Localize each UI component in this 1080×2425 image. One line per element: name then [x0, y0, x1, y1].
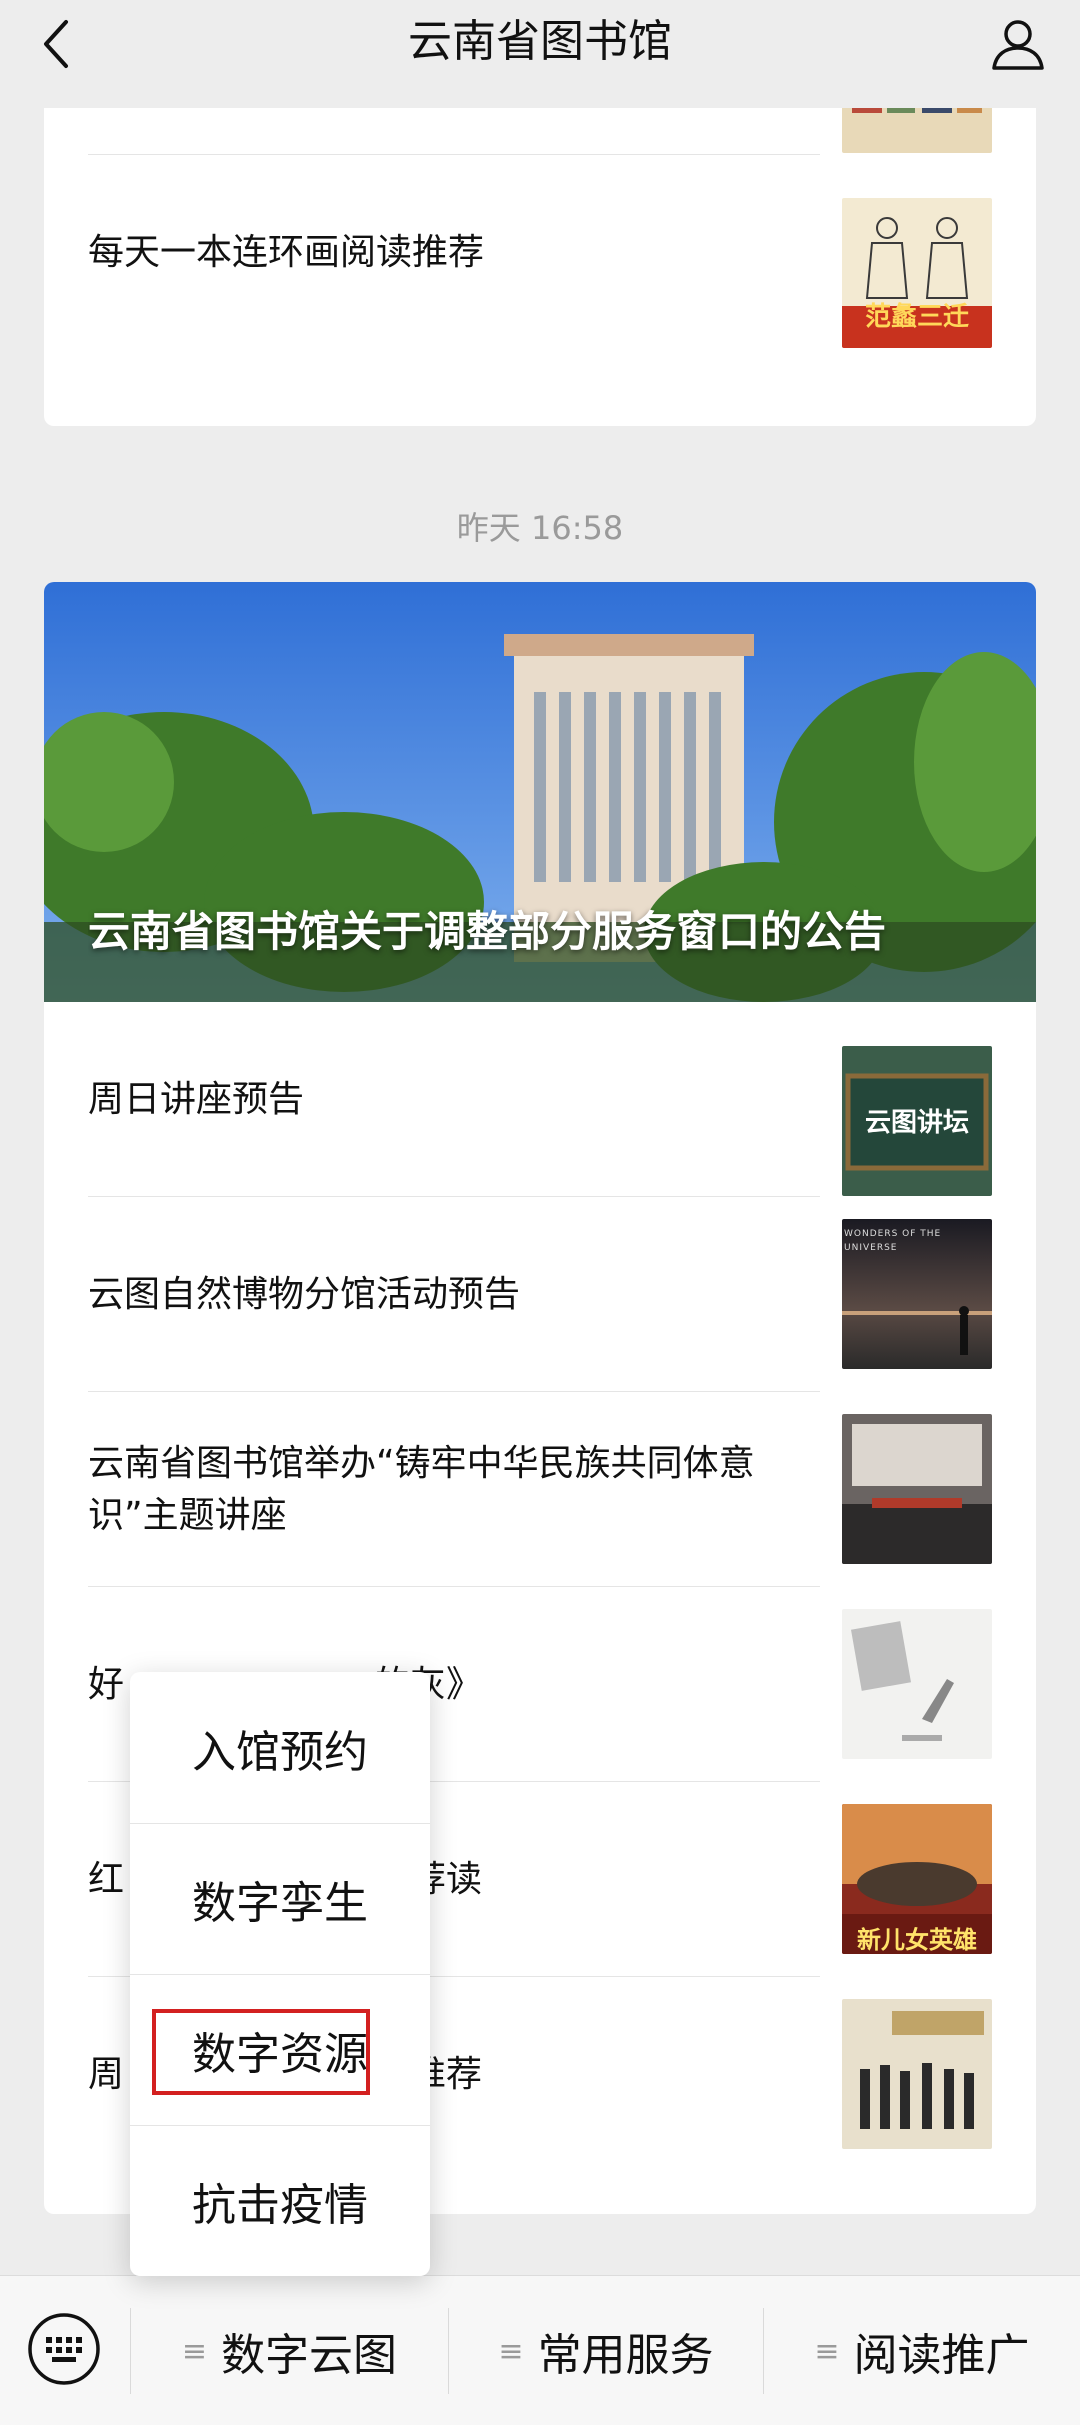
menu-digital-library[interactable]: ≡ 数字云图 — [131, 2276, 448, 2425]
menu-lines-icon: ≡ — [181, 2333, 208, 2369]
menu-item-reservation[interactable]: 入馆预约 — [130, 1672, 430, 1823]
menu-label: 阅读推广 — [853, 2330, 1030, 2381]
menu-lines-icon: ≡ — [814, 2333, 840, 2369]
menu-label: 常用服务 — [537, 2330, 714, 2381]
article-title: 周日讲座预告 — [88, 1078, 305, 1120]
article-title: 云南省图书馆举办“铸牢中华民族共同体意识”主题讲座 — [88, 1442, 755, 1536]
list-item[interactable]: 云图自然博物分馆活动预告 WONDERS OF THE UNIVERSE — [88, 1197, 992, 1392]
thumb-caption: 范蠡三迁 — [864, 302, 969, 332]
menu-item-digital-twin[interactable]: 数字孪生 — [130, 1823, 430, 1974]
keyboard-toggle-button[interactable] — [26, 2311, 102, 2387]
article-title-visible-start: 好 — [88, 1663, 125, 1705]
person-icon — [992, 20, 1044, 70]
menu-reading-promotion[interactable]: ≡ 阅读推广 — [764, 2276, 1080, 2425]
thumb-caption: 新儿女英雄 — [857, 1926, 977, 1954]
page-title: 云南省图书馆 — [408, 16, 672, 67]
article-title: 每天一本连环画阅读推荐 — [88, 231, 485, 273]
article-thumbnail — [842, 1414, 992, 1564]
menu-label: 数字云图 — [221, 2330, 398, 2381]
menu-item-fight-epidemic[interactable]: 抗击疫情 — [130, 2125, 430, 2276]
menu-item-digital-resources[interactable]: 数字资源 — [130, 1974, 430, 2125]
menu-common-services[interactable]: ≡ 常用服务 — [449, 2276, 763, 2425]
article-title-visible-start: 红 — [88, 1858, 125, 1900]
hero-article[interactable]: 云南省图书馆关于调整部分服务窗口的公告 — [44, 582, 1036, 1002]
article-thumbnail — [842, 1999, 992, 2149]
thumb-caption: WONDERS OF THE UNIVERSE — [844, 1229, 942, 1253]
list-item[interactable]: 云南省图书馆举办“铸牢中华民族共同体意识”主题讲座 — [88, 1392, 992, 1587]
menu-lines-icon: ≡ — [498, 2333, 524, 2369]
thumb-caption: 云图讲坛 — [864, 1108, 969, 1138]
article-title: 云图自然博物分馆活动预告 — [88, 1273, 521, 1315]
profile-button[interactable] — [986, 12, 1050, 76]
submenu-popup: 入馆预约 数字孪生 数字资源 抗击疫情 — [130, 1672, 430, 2276]
hero-article-title: 云南省图书馆关于调整部分服务窗口的公告 — [88, 907, 887, 956]
keyboard-icon — [28, 2313, 100, 2385]
top-nav-bar: 云南省图书馆 — [0, 0, 1080, 108]
article-title-visible-start: 周 — [88, 2053, 125, 2095]
list-item[interactable]: 周日讲座预告 云图讲坛 — [88, 1002, 992, 1197]
wechat-official-account-page: 红色故事绘——每日荐读 每天一本连环画阅读推荐 — [0, 0, 1080, 2425]
bottom-menu-bar: ≡ 数字云图 ≡ 常用服务 ≡ 阅读推广 — [0, 2275, 1080, 2425]
article-thumbnail — [842, 1609, 992, 1759]
message-timestamp: 昨天 16:58 — [456, 509, 624, 547]
article-thumbnail: 新儿女英雄 — [842, 1804, 992, 1954]
article-thumbnail: 云图讲坛 — [842, 1046, 992, 1196]
article-thumbnail: WONDERS OF THE UNIVERSE — [842, 1219, 992, 1369]
